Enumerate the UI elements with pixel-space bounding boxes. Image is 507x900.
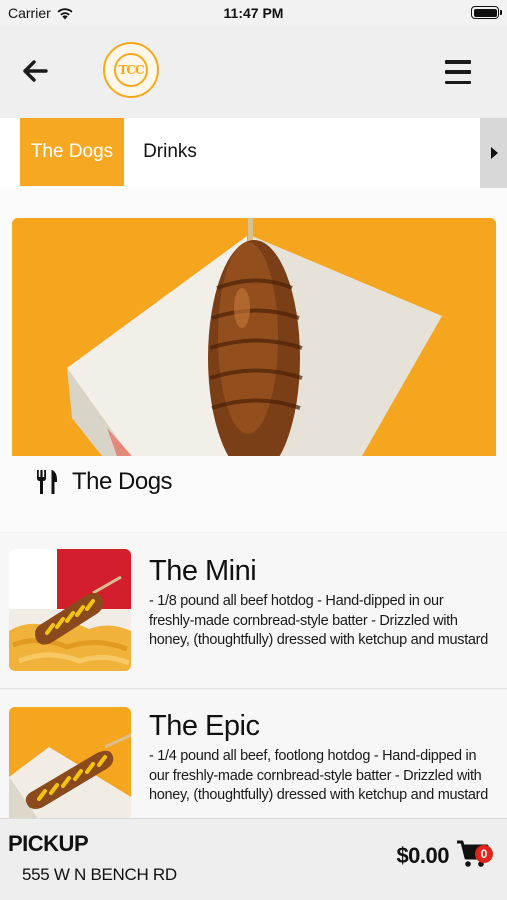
tab-the-dogs[interactable]: The Dogs (20, 118, 124, 186)
menu-icon-bar (445, 80, 471, 84)
item-name: The Mini (149, 555, 257, 587)
item-description: - 1/8 pound all beef hotdog - Hand-dippe… (149, 593, 488, 648)
fork-knife-icon (37, 470, 57, 494)
item-description: - 1/4 pound all beef, footlong hotdog - … (149, 748, 488, 803)
status-time: 11:47 PM (223, 5, 284, 21)
hamburger-menu-button[interactable] (445, 60, 471, 84)
caret-right-icon (490, 147, 498, 159)
item-name: The Epic (149, 710, 260, 742)
hero-title-row: The Dogs (36, 468, 173, 496)
menu-icon-bar (445, 70, 471, 74)
pickup-label[interactable]: PICKUP (8, 831, 89, 857)
back-button[interactable] (18, 56, 52, 86)
item-image (9, 549, 131, 671)
pickup-address[interactable]: 555 W N BENCH RD (22, 865, 177, 885)
item-text: The Mini - 1/8 pound all beef hotdog - H… (149, 555, 491, 651)
hero-title: The Dogs (72, 468, 173, 495)
arrow-left-icon (23, 60, 48, 82)
app-header: TCC (0, 26, 507, 118)
category-hero-card[interactable]: The Dogs (0, 188, 507, 532)
cart-count-badge: 0 (475, 845, 493, 863)
tabs-scroll-right-button[interactable] (480, 118, 507, 188)
hero-image (12, 218, 496, 456)
item-image (9, 707, 131, 820)
order-footer: PICKUP 555 W N BENCH RD $0.00 0 (0, 818, 507, 900)
logo-monogram: TCC (114, 53, 148, 87)
category-tabs: The Dogs Drinks (0, 118, 507, 188)
tab-drinks[interactable]: Drinks (134, 118, 206, 186)
item-text: The Epic - 1/4 pound all beef, footlong … (149, 710, 491, 820)
status-bar: Carrier 11:47 PM (0, 0, 507, 26)
menu-item-the-mini[interactable]: The Mini - 1/8 pound all beef hotdog - H… (0, 533, 507, 689)
cart-button[interactable]: 0 (455, 839, 493, 871)
brand-logo: TCC (103, 42, 159, 98)
battery-icon (471, 6, 502, 19)
cart-total: $0.00 (396, 843, 449, 868)
menu-item-the-epic[interactable]: The Epic - 1/4 pound all beef, footlong … (0, 690, 507, 820)
menu-icon-bar (445, 60, 471, 64)
